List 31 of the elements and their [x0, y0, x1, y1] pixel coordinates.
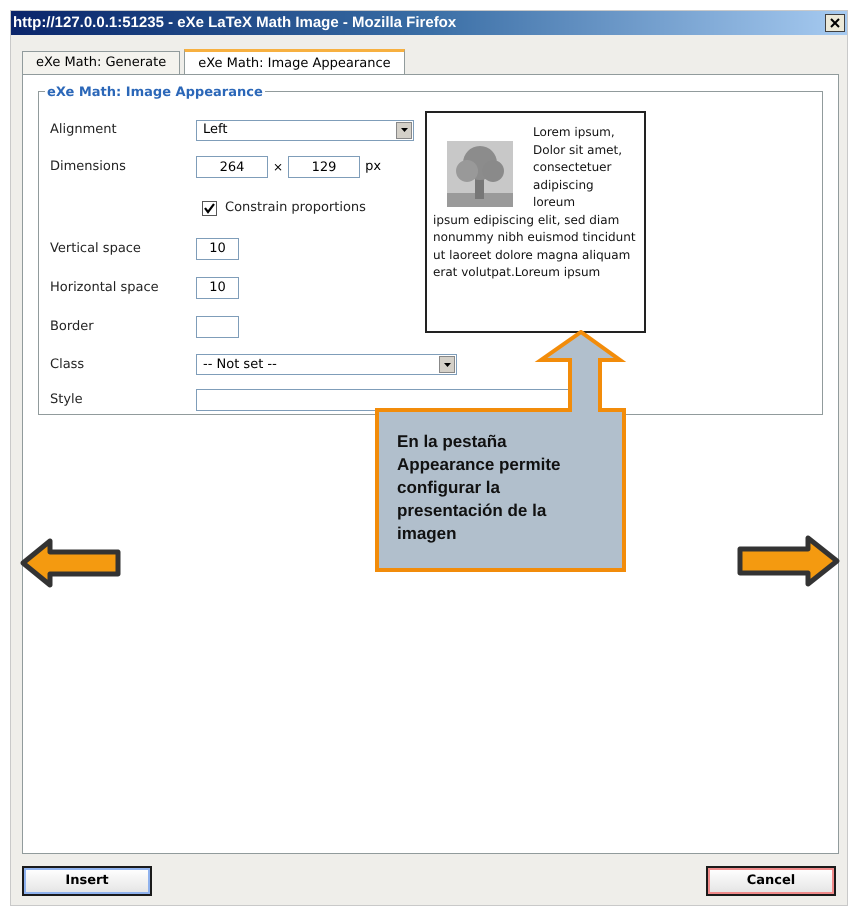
- dropdown[interactable]: Left: [196, 120, 414, 140]
- width-field[interactable]: 264: [196, 156, 268, 178]
- dialog-button[interactable]: Cancel: [706, 866, 836, 896]
- callout-text: En la pestaña Appearance permite configurar la presentación de la imagen: [397, 431, 562, 545]
- dialog-button[interactable]: Insert: [22, 866, 152, 896]
- field-label: Alignment: [50, 121, 118, 140]
- field-label: Class: [50, 356, 86, 374]
- close-button[interactable]: [825, 14, 845, 32]
- field-label: Style: [50, 391, 84, 410]
- dropdown[interactable]: -- Not set --: [196, 354, 457, 375]
- field-label: Horizontal space: [50, 278, 160, 297]
- right-arrow-icon[interactable]: [736, 535, 840, 587]
- tab[interactable]: eXe Math: Generate: [22, 51, 180, 74]
- input-field[interactable]: [196, 316, 239, 338]
- field-label: Vertical space: [50, 240, 142, 258]
- input-field[interactable]: 10: [196, 238, 239, 260]
- field-label: Border: [50, 318, 95, 336]
- unit-label: px: [365, 158, 382, 176]
- preview-text: ipsum edipiscing elit, sed diam nonummy nibh euismod tincidunt ut laoreet dolore magna aliquam erat volutpat.Loreum ipsum: [433, 212, 637, 281]
- field-label: Dimensions: [50, 158, 127, 176]
- close-icon: [830, 18, 840, 28]
- left-arrow-icon[interactable]: [20, 538, 122, 588]
- height-field[interactable]: 129: [288, 156, 360, 178]
- tree-thumbnail: [447, 141, 513, 207]
- tab[interactable]: eXe Math: Image Appearance: [184, 49, 405, 75]
- checkbox[interactable]: [202, 200, 217, 216]
- times-sign: ×: [273, 159, 284, 176]
- checkbox-label: Constrain proportions: [225, 199, 366, 218]
- input-field[interactable]: 10: [196, 276, 239, 298]
- preview-text: Lorem ipsum, Dolor sit amet, consectetuer adipiscing loreum: [533, 124, 624, 211]
- window-title: http://127.0.0.1:51235 - eXe LaTeX Math Image - Mozilla Firefox: [13, 12, 456, 33]
